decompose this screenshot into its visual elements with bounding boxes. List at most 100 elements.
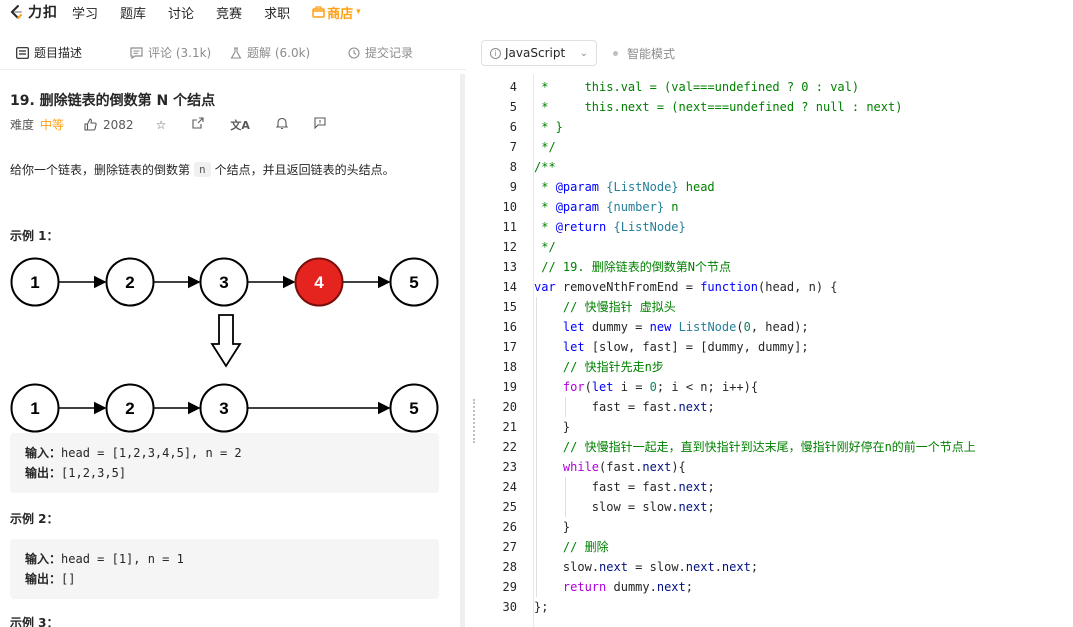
output-value: [] xyxy=(61,572,76,586)
example-2-heading: 示例 2： xyxy=(10,512,59,526)
code-line[interactable]: * @param {number} n xyxy=(534,197,678,217)
tab-comments[interactable]: 评论 (3.1k) xyxy=(112,36,224,70)
original-list-row: 1 2 3 4 5 xyxy=(10,257,439,307)
tab-solutions[interactable]: 题解 (6.0k) xyxy=(224,36,336,70)
leetcode-logo-icon xyxy=(10,5,22,19)
smart-mode-label: 智能模式 xyxy=(627,46,676,61)
description-icon xyxy=(16,46,29,59)
line-number: 30 xyxy=(502,600,517,614)
code-line[interactable]: while(fast.next){ xyxy=(534,457,686,477)
list-node-label: 5 xyxy=(409,273,418,292)
code-line[interactable]: var removeNthFromEnd = function(head, n)… xyxy=(534,277,838,297)
code-line[interactable]: * @return {ListNode} xyxy=(534,217,686,237)
line-number: 18 xyxy=(502,360,517,374)
share-glyph xyxy=(192,117,204,129)
result-list-row: 1 2 3 5 xyxy=(10,383,439,433)
chevron-down-icon: ▾ xyxy=(356,7,361,17)
language-select[interactable]: i JavaScript ⌄ xyxy=(481,40,597,66)
flask-icon xyxy=(230,46,242,59)
panel-splitter[interactable] xyxy=(466,74,478,627)
nav-study[interactable]: 学习 xyxy=(72,3,98,22)
nav-store-label: 商店 xyxy=(327,6,354,22)
code-line[interactable]: /** xyxy=(534,157,556,177)
code-line[interactable]: slow = slow.next; xyxy=(534,497,715,517)
code-line[interactable]: let dummy = new ListNode(0, head); xyxy=(534,317,809,337)
drag-handle-icon[interactable] xyxy=(473,399,475,443)
line-number: 9 xyxy=(509,180,517,194)
tab-description[interactable]: 题目描述 xyxy=(0,36,112,70)
tab-description-label: 题目描述 xyxy=(34,46,83,60)
line-number: 4 xyxy=(509,80,517,94)
example-1-heading: 示例 1： xyxy=(10,229,59,243)
nav-jobs[interactable]: 求职 xyxy=(264,3,290,22)
translate-icon[interactable]: 文A xyxy=(230,117,250,133)
tab-submissions-label: 提交记录 xyxy=(365,46,414,60)
nav-contest[interactable]: 竞赛 xyxy=(216,3,242,22)
code-line[interactable]: // 快指针先走n步 xyxy=(534,357,664,377)
line-number: 21 xyxy=(502,420,517,434)
code-line[interactable]: // 删除 xyxy=(534,537,609,557)
code-editor[interactable]: 4 5 6 7 8 9 10 11 12 13 14 15 16 17 18 19 20 21 22 23 24 25 26… xyxy=(481,74,1073,627)
nav-discuss[interactable]: 讨论 xyxy=(168,3,194,22)
nav-problems[interactable]: 题库 xyxy=(120,3,146,22)
line-number: 11 xyxy=(502,220,517,234)
code-line[interactable]: return dummy.next; xyxy=(534,577,693,597)
input-label: 输入： xyxy=(25,552,62,566)
list-node-label: 3 xyxy=(219,399,228,418)
input-value: head = [1,2,3,4,5], n = 2 xyxy=(61,446,242,460)
code-line[interactable]: * this.val = (val===undefined ? 0 : val) xyxy=(534,77,859,97)
line-number: 14 xyxy=(502,280,517,294)
input-label: 输入： xyxy=(25,446,62,460)
code-line[interactable]: let [slow, fast] = [dummy, dummy]; xyxy=(534,337,809,357)
language-value: JavaScript xyxy=(505,46,566,60)
bell-icon[interactable] xyxy=(275,117,289,133)
share-icon[interactable] xyxy=(192,117,204,132)
question-title: 19. 删除链表的倒数第 N 个结点 xyxy=(10,93,216,109)
output-label: 输出： xyxy=(25,466,62,480)
linked-list-diagram: 1 2 3 4 5 1 2 3 5 xyxy=(10,257,439,433)
code-line[interactable]: for(let i = 0; i < n; i++){ xyxy=(534,377,758,397)
code-line[interactable]: // 快慢指针一起走，直到快指针到达末尾，慢指针刚好停在n的前一个节点上 xyxy=(534,437,976,457)
tab-submissions[interactable]: 提交记录 xyxy=(336,36,456,70)
line-number: 24 xyxy=(502,480,517,494)
code-line[interactable]: } xyxy=(534,517,570,537)
line-number: 26 xyxy=(502,520,517,534)
star-icon[interactable]: ☆ xyxy=(156,118,167,132)
question-panel: 19. 删除链表的倒数第 N 个结点 难度 中等 2082 ☆ 文A 给你一个链… xyxy=(0,70,462,627)
description-text-after: 个结点，并且返回链表的头结点。 xyxy=(214,163,395,177)
code-line[interactable]: * } xyxy=(534,117,563,137)
code-line[interactable]: */ xyxy=(534,237,555,257)
transform-arrow-icon xyxy=(210,314,242,368)
example-2-input: 输入：head = [1], n = 1 xyxy=(25,549,424,569)
like-button[interactable]: 2082 xyxy=(84,118,134,132)
line-number: 17 xyxy=(502,340,517,354)
feedback-glyph xyxy=(314,117,326,130)
code-line[interactable]: // 19. 删除链表的倒数第N个节点 xyxy=(534,257,731,277)
code-line[interactable]: } xyxy=(534,417,570,437)
logo[interactable]: 力扣 xyxy=(8,2,58,22)
code-line[interactable]: }; xyxy=(534,597,548,617)
code-line[interactable]: // 快慢指针 虚拟头 xyxy=(534,297,676,317)
example-2-box: 输入：head = [1], n = 1 输出：[] xyxy=(10,539,439,599)
comment-icon xyxy=(130,46,143,59)
code-line[interactable]: slow.next = slow.next.next; xyxy=(534,557,758,577)
output-label: 输出： xyxy=(25,572,62,586)
left-scrollbar[interactable] xyxy=(460,74,465,627)
code-line[interactable]: fast = fast.next; xyxy=(534,397,715,417)
nav-store[interactable]: 商店 ▾ xyxy=(312,3,361,22)
code-line[interactable]: fast = fast.next; xyxy=(534,477,715,497)
line-number: 8 xyxy=(509,160,517,174)
inline-code-n: n xyxy=(194,162,211,177)
line-number: 22 xyxy=(502,440,517,454)
smart-mode-toggle[interactable]: 智能模式 xyxy=(613,45,675,62)
feedback-icon[interactable] xyxy=(314,117,326,132)
code-line[interactable]: */ xyxy=(534,137,555,157)
chevron-down-icon: ⌄ xyxy=(579,47,588,59)
output-value: [1,2,3,5] xyxy=(61,466,127,480)
status-dot-icon xyxy=(613,50,618,56)
code-line[interactable]: * @param {ListNode} head xyxy=(534,177,714,197)
code-line[interactable]: * this.next = (next===undefined ? null :… xyxy=(534,97,902,117)
list-node-label: 1 xyxy=(30,273,39,292)
line-number: 7 xyxy=(509,140,517,154)
editor-toolbar: i JavaScript ⌄ 智能模式 xyxy=(471,36,1073,70)
